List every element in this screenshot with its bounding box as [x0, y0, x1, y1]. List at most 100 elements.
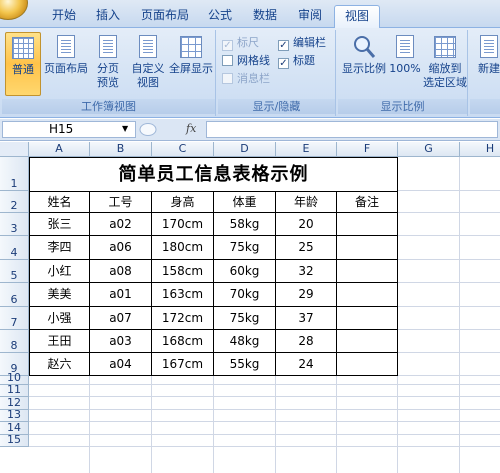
fullscreen-button[interactable]: 全屏显示: [168, 32, 214, 96]
table-cell[interactable]: 29: [276, 283, 337, 307]
select-all-corner[interactable]: [0, 142, 29, 157]
table-cell[interactable]: 75kg: [214, 307, 276, 330]
table-cell[interactable]: 小强: [29, 307, 90, 330]
zoom-100-button[interactable]: 100%: [388, 32, 422, 96]
office-button[interactable]: [0, 0, 28, 20]
normal-view-button[interactable]: 普通: [5, 32, 41, 96]
row-header-8[interactable]: 8: [0, 330, 29, 353]
row-header-3[interactable]: 3: [0, 213, 29, 236]
table-cell[interactable]: [337, 283, 398, 307]
table-cell[interactable]: 167cm: [152, 353, 214, 376]
formula-bar-expand-icon[interactable]: [138, 121, 178, 138]
table-title[interactable]: 简单员工信息表格示例: [29, 157, 398, 191]
message-bar-checkbox[interactable]: 消息栏: [222, 71, 270, 87]
table-cell[interactable]: [337, 213, 398, 236]
table-header-cell[interactable]: 身高: [152, 191, 214, 213]
row-header-1[interactable]: 1: [0, 157, 29, 191]
table-cell[interactable]: 32: [276, 260, 337, 283]
table-cell[interactable]: 张三: [29, 213, 90, 236]
table-header-cell[interactable]: 年龄: [276, 191, 337, 213]
row-header-6[interactable]: 6: [0, 283, 29, 307]
table-cell[interactable]: 163cm: [152, 283, 214, 307]
custom-views-button[interactable]: 自定义 视图: [128, 32, 168, 96]
table-cell[interactable]: 20: [276, 213, 337, 236]
table-cell[interactable]: 小红: [29, 260, 90, 283]
table-cell[interactable]: a02: [90, 213, 152, 236]
new-window-icon: [475, 34, 500, 60]
row-header-5[interactable]: 5: [0, 260, 29, 283]
tab-view[interactable]: 视图: [334, 5, 381, 29]
tab-home[interactable]: 开始: [42, 5, 86, 28]
table-cell[interactable]: 美美: [29, 283, 90, 307]
table-cell[interactable]: a03: [90, 330, 152, 353]
formula-input[interactable]: [206, 121, 498, 138]
row-header-7[interactable]: 7: [0, 307, 29, 330]
headings-checkbox[interactable]: ✓ 标题: [278, 53, 315, 69]
table-cell[interactable]: 24: [276, 353, 337, 376]
table-cell[interactable]: 75kg: [214, 236, 276, 260]
table-header-cell[interactable]: 备注: [337, 191, 398, 213]
zoom-100-label: 100%: [389, 62, 421, 75]
tab-formulas[interactable]: 公式: [198, 5, 242, 28]
row-header-15[interactable]: 15: [0, 433, 29, 447]
tab-review[interactable]: 审阅: [288, 5, 332, 28]
name-box[interactable]: H15: [2, 121, 136, 138]
table-cell[interactable]: [337, 260, 398, 283]
table-cell[interactable]: 王田: [29, 330, 90, 353]
table-header-cell[interactable]: 工号: [90, 191, 152, 213]
gridlines-label: 网格线: [237, 54, 270, 67]
zoom-to-selection-button[interactable]: 缩放到 选定区域: [422, 32, 468, 96]
name-box-dropdown-icon[interactable]: ▼: [122, 124, 128, 133]
column-header-g[interactable]: G: [398, 142, 460, 157]
table-cell[interactable]: 28: [276, 330, 337, 353]
table-cell[interactable]: [337, 353, 398, 376]
fullscreen-icon: [177, 34, 205, 60]
table-cell[interactable]: 58kg: [214, 213, 276, 236]
table-cell[interactable]: [337, 330, 398, 353]
column-header-h[interactable]: H: [460, 142, 500, 157]
table-cell[interactable]: 赵六: [29, 353, 90, 376]
tab-page-layout[interactable]: 页面布局: [131, 5, 199, 28]
gridlines-checkbox[interactable]: 网格线: [222, 53, 270, 69]
tab-data[interactable]: 数据: [243, 5, 287, 28]
page-break-preview-button[interactable]: 分页 预览: [91, 32, 125, 96]
table-cell[interactable]: a06: [90, 236, 152, 260]
table-cell[interactable]: [337, 307, 398, 330]
tab-insert[interactable]: 插入: [86, 5, 130, 28]
formula-bar-checkbox[interactable]: ✓ 编辑栏: [278, 35, 326, 51]
table-cell[interactable]: 55kg: [214, 353, 276, 376]
table-cell[interactable]: a01: [90, 283, 152, 307]
column-header-c[interactable]: C: [152, 142, 214, 157]
table-cell[interactable]: a07: [90, 307, 152, 330]
table-header-cell[interactable]: 姓名: [29, 191, 90, 213]
table-cell[interactable]: 60kg: [214, 260, 276, 283]
zoom-button[interactable]: 显示比例: [340, 32, 388, 96]
table-cell[interactable]: 25: [276, 236, 337, 260]
table-cell[interactable]: 168cm: [152, 330, 214, 353]
worksheet[interactable]: ABCDEFGH 1 2 3 4 5 6 7 8 9 10 11 12 13 14 15 简单员工信息表格示…: [0, 142, 500, 473]
row-header-4[interactable]: 4: [0, 236, 29, 260]
table-cell[interactable]: [337, 236, 398, 260]
new-window-button[interactable]: 新建: [472, 32, 500, 96]
table-cell[interactable]: 172cm: [152, 307, 214, 330]
table-cell[interactable]: 70kg: [214, 283, 276, 307]
table-cell[interactable]: 170cm: [152, 213, 214, 236]
gridline-horizontal: [29, 446, 500, 447]
table-cell[interactable]: 李四: [29, 236, 90, 260]
insert-function-button[interactable]: fx: [186, 122, 196, 135]
column-header-f[interactable]: F: [337, 142, 398, 157]
table-cell[interactable]: 37: [276, 307, 337, 330]
table-cell[interactable]: a08: [90, 260, 152, 283]
table-cell[interactable]: 48kg: [214, 330, 276, 353]
column-header-b[interactable]: B: [90, 142, 152, 157]
row-header-2[interactable]: 2: [0, 191, 29, 213]
ruler-checkbox[interactable]: ✓ 标尺: [222, 35, 259, 51]
table-cell[interactable]: 180cm: [152, 236, 214, 260]
column-header-e[interactable]: E: [276, 142, 337, 157]
column-header-d[interactable]: D: [214, 142, 276, 157]
page-layout-view-button[interactable]: 页面布局: [43, 32, 89, 96]
table-header-cell[interactable]: 体重: [214, 191, 276, 213]
table-cell[interactable]: 158cm: [152, 260, 214, 283]
table-cell[interactable]: a04: [90, 353, 152, 376]
column-header-a[interactable]: A: [29, 142, 90, 157]
